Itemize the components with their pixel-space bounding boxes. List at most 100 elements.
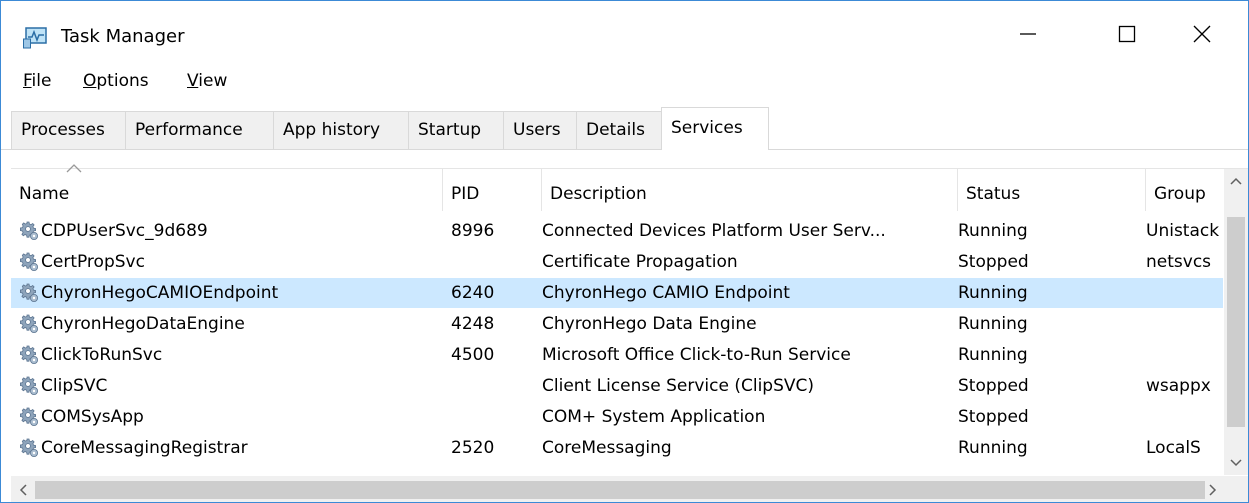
column-header-status-label: Status [966,184,1021,204]
column-header-pid[interactable]: PID [443,169,542,211]
scroll-left-button[interactable] [11,476,35,502]
menu-file[interactable]: File [23,71,51,91]
table-row[interactable]: ChyronHegoCAMIOEndpoint 6240 ChyronHego CA… [11,278,1223,308]
service-group-cell: LocalS [1146,438,1201,458]
service-pid-cell: 2520 [451,438,495,458]
service-name-cell: CDPUserSvc_9d689 [41,221,208,241]
tab-users[interactable]: Users [503,111,577,149]
service-name-cell: ChyronHegoCAMIOEndpoint [41,283,279,303]
sort-ascending-icon [66,164,82,173]
service-name-cell: CertPropSvc [41,252,145,272]
column-header-pid-label: PID [451,184,480,204]
service-description-cell: Microsoft Office Click-to-Run Service [542,345,851,365]
service-group-cell: Unistack [1146,221,1220,241]
menu-view[interactable]: View [187,71,227,91]
service-name-cell: ClickToRunSvc [41,345,163,365]
service-gear-icon [19,438,39,458]
table-row[interactable]: CDPUserSvc_9d689 8996 Connected Devices Pl… [11,216,1223,246]
service-pid-cell [451,402,541,432]
service-group-cell [1146,278,1223,308]
table-row[interactable]: ClipSVC Client License Service (ClipSVC) S… [11,371,1223,401]
horizontal-scroll-thumb[interactable] [35,481,1205,499]
service-group-cell [1146,402,1223,432]
service-gear-icon [19,345,39,365]
service-status-cell: Running [958,221,1028,241]
service-pid-cell: 4248 [451,314,495,334]
service-gear-icon [19,314,39,334]
scroll-down-button[interactable] [1224,451,1248,475]
scroll-right-button[interactable] [1201,476,1225,502]
tab-services[interactable]: Services [661,107,769,150]
tab-startup[interactable]: Startup [408,111,504,149]
service-description-cell: Connected Devices Platform User Serv... [542,221,886,241]
tab-app-history[interactable]: App history [273,111,409,149]
chevron-up-icon [1230,177,1242,185]
chevron-right-icon [1209,484,1217,496]
service-description-cell: COM+ System Application [542,407,766,427]
service-rows: CDPUserSvc_9d689 8996 Connected Devices Pl… [11,216,1223,476]
column-header-name[interactable]: Name [11,164,443,211]
chevron-down-icon [1230,459,1242,467]
service-gear-icon [19,221,39,241]
vertical-scroll-thumb[interactable] [1227,217,1245,427]
column-header-group[interactable]: Group [1146,169,1223,211]
service-status-cell: Running [958,283,1028,303]
service-gear-icon [19,252,39,272]
tab-processes[interactable]: Processes [11,111,126,149]
service-group-cell [1146,340,1223,370]
column-header-group-label: Group [1154,184,1206,204]
table-row[interactable]: CoreMessagingRegistrar 2520 CoreMessaging R… [11,433,1223,463]
close-icon [1193,25,1211,43]
table-row[interactable]: CertPropSvc Certificate Propagation Stoppe… [11,247,1223,277]
column-header-name-label: Name [19,184,70,204]
horizontal-scrollbar[interactable] [11,476,1248,502]
maximize-icon [1118,25,1136,43]
tab-performance[interactable]: Performance [125,111,274,149]
service-status-cell: Stopped [958,407,1029,427]
service-name-cell: COMSysApp [41,407,144,427]
service-group-cell: netsvcs [1146,252,1212,272]
column-header-description-label: Description [550,184,647,204]
menu-options[interactable]: Options [83,71,149,91]
service-pid-cell: 6240 [451,283,495,303]
service-description-cell: CoreMessaging [542,438,672,458]
title-bar[interactable]: Task Manager [1,1,1248,67]
service-status-cell: Stopped [958,376,1029,396]
service-pid-cell: 8996 [451,221,495,241]
task-manager-app-icon [23,27,47,49]
column-header-row: Name PID Description Status Group [11,164,1223,211]
table-row[interactable]: COMSysApp COM+ System Application Stopped [11,402,1223,432]
service-gear-icon [19,407,39,427]
close-button[interactable] [1156,1,1248,67]
table-row[interactable]: ChyronHegoDataEngine 4248 ChyronHego Data … [11,309,1223,339]
service-gear-icon [19,283,39,303]
minimize-icon [1020,33,1036,35]
services-list: Name PID Description Status Group CDPUse… [11,164,1248,502]
vertical-scrollbar[interactable] [1224,169,1248,475]
column-header-description[interactable]: Description [542,169,958,211]
column-header-status[interactable]: Status [958,169,1146,211]
service-name-cell: ClipSVC [41,376,108,396]
service-description-cell: Client License Service (ClipSVC) [542,376,815,396]
service-description-cell: ChyronHego CAMIO Endpoint [542,283,790,303]
tab-strip: Processes Performance App history Startu… [1,107,1248,150]
task-manager-window: Task Manager File Options View Processes… [0,0,1249,503]
service-status-cell: Running [958,438,1028,458]
tab-divider [1,149,1248,150]
tab-details[interactable]: Details [576,111,662,149]
service-group-cell [1146,309,1223,339]
service-status-cell: Running [958,345,1028,365]
service-name-cell: ChyronHegoDataEngine [41,314,245,334]
chevron-left-icon [19,484,27,496]
service-description-cell: Certificate Propagation [542,252,738,272]
service-group-cell: wsappx [1146,376,1211,396]
service-description-cell: ChyronHego Data Engine [542,314,757,334]
minimize-button[interactable] [982,1,1074,67]
service-pid-cell [451,247,541,277]
service-pid-cell: 4500 [451,345,495,365]
service-pid-cell [451,371,541,401]
scroll-up-button[interactable] [1224,169,1248,193]
service-status-cell: Running [958,314,1028,334]
table-row[interactable]: ClickToRunSvc 4500 Microsoft Office Click-… [11,340,1223,370]
service-name-cell: CoreMessagingRegistrar [41,438,248,458]
